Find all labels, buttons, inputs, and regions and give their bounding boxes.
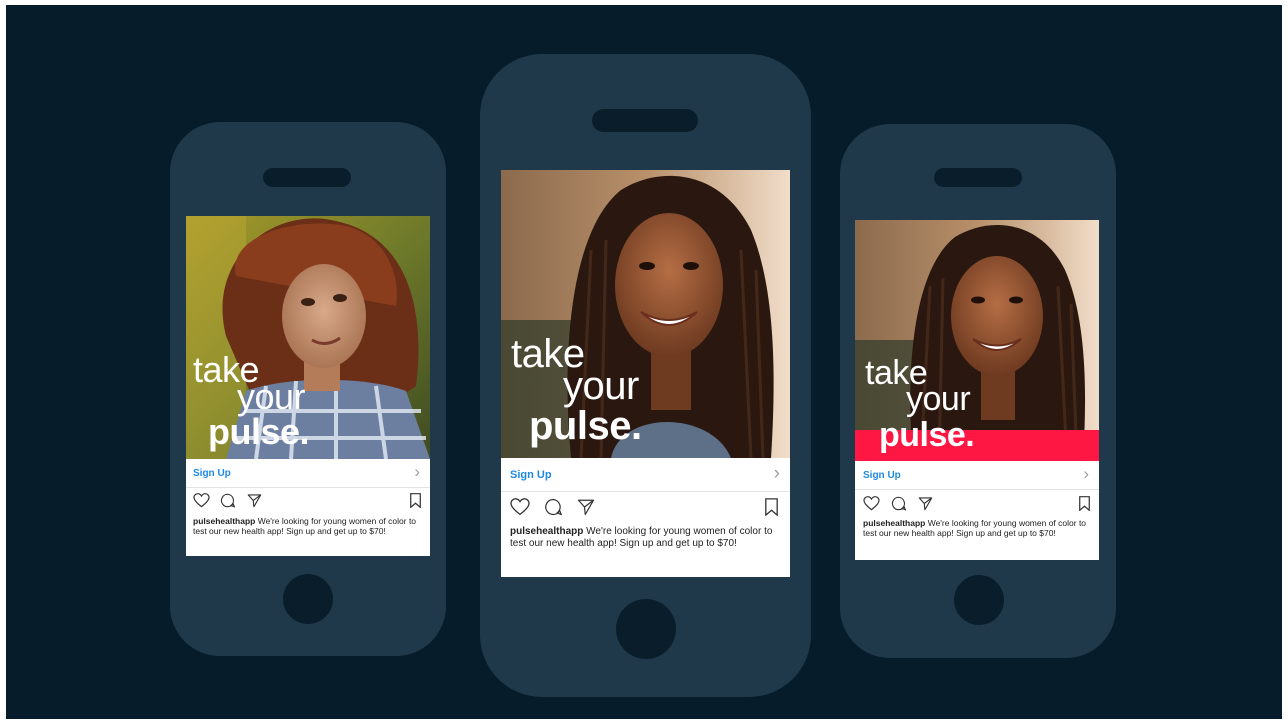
cta-row[interactable]: Sign Up ›: [501, 458, 790, 492]
headline-your: your: [906, 380, 971, 418]
share-icon[interactable]: [247, 493, 262, 508]
cta-row[interactable]: Sign Up ›: [855, 461, 1099, 490]
post-actions: [501, 498, 790, 520]
post-actions: [186, 493, 430, 513]
post-actions: [855, 496, 1099, 516]
comment-icon[interactable]: [220, 493, 235, 508]
headline-pulse: pulse.: [529, 404, 642, 448]
ad-headline: take your pulse.: [501, 170, 790, 458]
ad-headline: take your pulse.: [855, 220, 1099, 461]
ad-photo: take your pulse.: [501, 170, 790, 458]
cta-row[interactable]: Sign Up ›: [186, 459, 430, 488]
bookmark-icon[interactable]: [410, 493, 421, 508]
chevron-right-icon[interactable]: ›: [414, 462, 420, 482]
caption-username[interactable]: pulsehealthapp: [863, 518, 925, 528]
heart-icon[interactable]: [863, 496, 880, 511]
ad-photo: take your pulse.: [855, 220, 1099, 461]
ad-photo: take your pulse.: [186, 216, 430, 459]
headline-pulse: pulse.: [208, 411, 310, 452]
instagram-ad-card-left: take your pulse. Sign Up › pulsehealthap…: [186, 216, 430, 556]
instagram-ad-card-center: take your pulse. Sign Up › pulsehealthap…: [501, 170, 790, 577]
share-icon[interactable]: [918, 496, 933, 511]
phone-home-button[interactable]: [954, 575, 1004, 625]
instagram-ad-card-right: take your pulse. Sign Up › pulsehealthap…: [855, 220, 1099, 560]
caption-username[interactable]: pulsehealthapp: [510, 526, 583, 537]
phone-home-button[interactable]: [616, 599, 676, 659]
headline-your: your: [237, 376, 306, 417]
sign-up-link[interactable]: Sign Up: [863, 470, 901, 481]
post-caption: pulsehealthapp We're looking for young w…: [863, 518, 1093, 538]
phone-speaker: [592, 109, 698, 132]
headline-pulse: pulse.: [879, 416, 975, 454]
heart-icon[interactable]: [510, 498, 530, 516]
sign-up-link[interactable]: Sign Up: [193, 468, 231, 479]
share-icon[interactable]: [577, 498, 595, 516]
comment-icon[interactable]: [891, 496, 906, 511]
bookmark-icon[interactable]: [765, 498, 778, 516]
post-caption: pulsehealthapp We're looking for young w…: [510, 526, 780, 550]
chevron-right-icon[interactable]: ›: [774, 463, 780, 485]
comment-icon[interactable]: [544, 498, 562, 516]
headline-your: your: [563, 364, 639, 408]
chevron-right-icon[interactable]: ›: [1083, 464, 1089, 484]
phone-home-button[interactable]: [283, 574, 333, 624]
phone-speaker: [934, 168, 1022, 187]
post-caption: pulsehealthapp We're looking for young w…: [193, 516, 424, 536]
phone-speaker: [263, 168, 351, 187]
ad-headline: take your pulse.: [186, 216, 430, 459]
bookmark-icon[interactable]: [1079, 496, 1090, 511]
sign-up-link[interactable]: Sign Up: [510, 469, 552, 481]
caption-username[interactable]: pulsehealthapp: [193, 516, 255, 526]
heart-icon[interactable]: [193, 493, 210, 508]
